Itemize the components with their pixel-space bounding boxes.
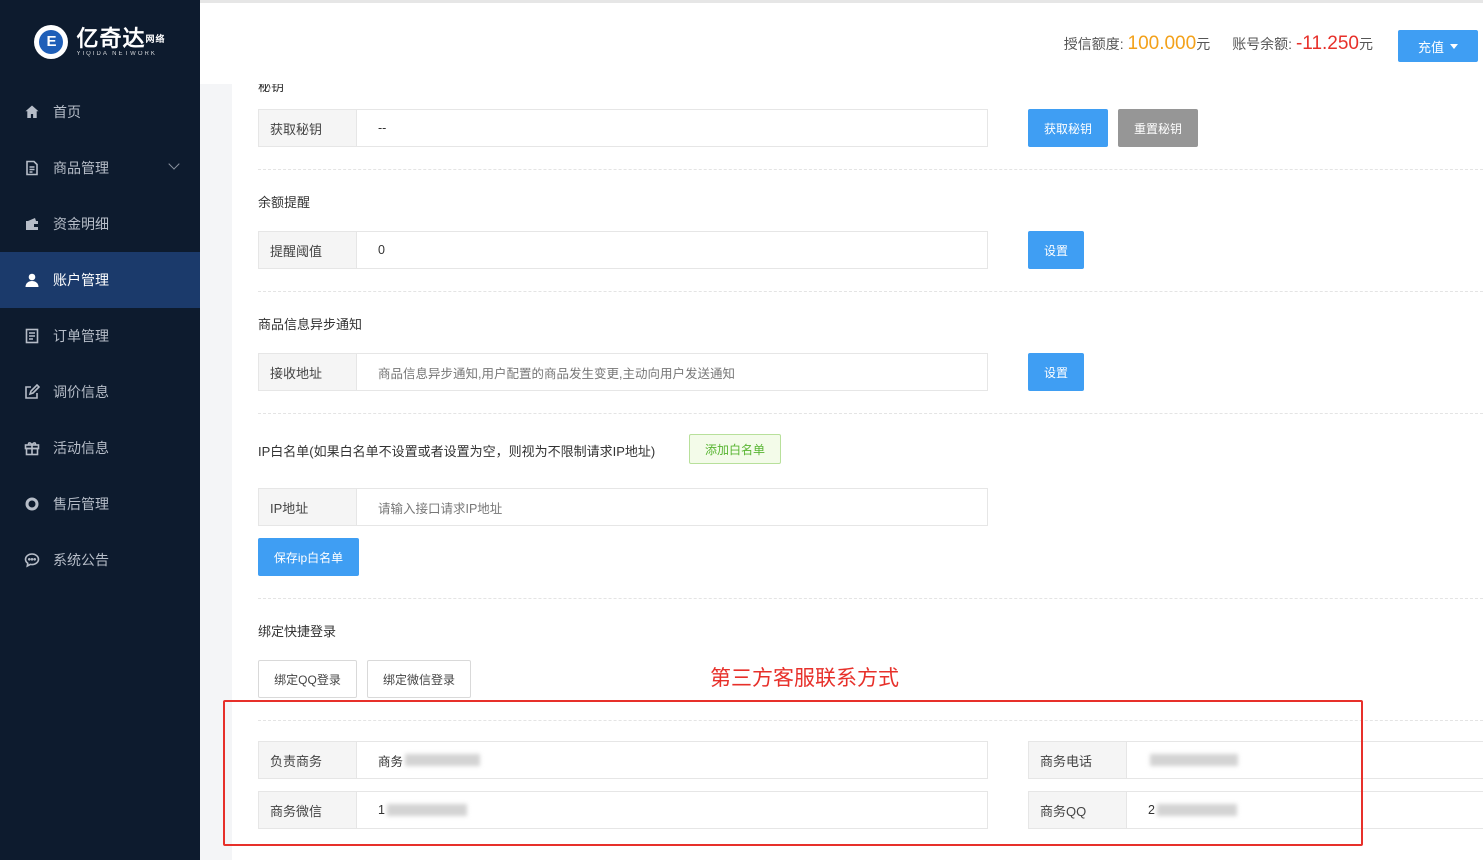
balance-unit: 元 — [1359, 36, 1373, 52]
sidebar-item-label: 活动信息 — [53, 440, 109, 456]
credit-value: 100.000 — [1127, 33, 1197, 54]
sidebar-item-label: 首页 — [53, 104, 81, 120]
notify-url-label: 接收地址 — [259, 354, 357, 390]
divider — [258, 720, 1483, 721]
divider — [258, 598, 1483, 599]
alert-threshold-label: 提醒阈值 — [259, 232, 357, 268]
top-header: 授信额度: 100.000元 账号余额: -11.250元 充值 — [200, 0, 1483, 84]
alert-threshold-input[interactable]: 0 — [357, 232, 987, 268]
edit-icon — [24, 384, 40, 400]
sidebar-item-funds[interactable]: 资金明细 — [0, 196, 200, 252]
set-notify-url-button[interactable]: 设置 — [1028, 353, 1084, 391]
quick-login-title: 绑定快捷登录 — [258, 624, 337, 639]
sidebar-item-label: 调价信息 — [53, 384, 109, 400]
logo-icon — [34, 25, 69, 59]
ip-address-field: IP地址 请输入接口请求IP地址 — [258, 488, 988, 526]
account-summary: 授信额度: 100.000元 账号余额: -11.250元 — [1064, 33, 1373, 55]
sidebar-item-price-adjust[interactable]: 调价信息 — [0, 364, 200, 420]
recharge-button[interactable]: 充值 — [1398, 30, 1478, 62]
notify-url-input[interactable]: 商品信息异步通知,用户配置的商品发生变更,主动向用户发送通知 — [357, 354, 987, 390]
divider — [258, 413, 1483, 414]
lifebuoy-icon — [24, 496, 40, 512]
business-wechat-value: 1 — [378, 803, 385, 817]
reset-secret-button[interactable]: 重置秘钥 — [1118, 109, 1198, 147]
redacted-text — [405, 754, 481, 766]
balance-value: -11.250 — [1295, 33, 1359, 54]
sidebar: 亿奇达网络 YIQIDA NETWORK 首页 商品管理 资金明细 账户管理 订… — [0, 0, 200, 860]
secret-key-field: 获取秘钥 -- — [258, 109, 988, 147]
annotation-label: 第三方客服联系方式 — [710, 667, 899, 690]
logo-tag: 网络 — [145, 34, 166, 44]
sidebar-item-label: 资金明细 — [53, 216, 109, 232]
add-whitelist-button[interactable]: 添加白名单 — [689, 434, 781, 464]
gift-icon — [24, 440, 40, 456]
sidebar-item-label: 订单管理 — [53, 328, 109, 344]
ip-whitelist-title: IP白名单(如果白名单不设置或者设置为空，则视为不限制请求IP地址) — [258, 444, 656, 459]
bind-qq-button[interactable]: 绑定QQ登录 — [258, 660, 357, 698]
business-manager-value: 商务 — [378, 754, 404, 769]
ip-address-input[interactable]: 请输入接口请求IP地址 — [357, 489, 987, 525]
sidebar-item-activities[interactable]: 活动信息 — [0, 420, 200, 476]
divider — [258, 169, 1483, 170]
sidebar-item-account[interactable]: 账户管理 — [0, 252, 200, 308]
redacted-text — [1150, 754, 1238, 766]
balance-label: 账号余额: — [1232, 36, 1293, 52]
business-wechat-label: 商务微信 — [259, 792, 357, 828]
async-notify-title: 商品信息异步通知 — [258, 317, 363, 332]
user-icon — [24, 272, 40, 288]
redacted-text — [1156, 804, 1237, 816]
sidebar-item-orders[interactable]: 订单管理 — [0, 308, 200, 364]
document-icon — [24, 160, 40, 176]
notify-url-field: 接收地址 商品信息异步通知,用户配置的商品发生变更,主动向用户发送通知 — [258, 353, 988, 391]
chevron-down-icon[interactable] — [168, 158, 180, 170]
balance-alert-title: 余额提醒 — [258, 195, 311, 210]
business-wechat-field: 商务微信 1 — [258, 791, 988, 829]
business-qq-value: 2 — [1148, 803, 1155, 817]
wallet-icon — [24, 216, 40, 232]
account-settings-panel: 秘钥 获取秘钥 -- 获取秘钥 重置秘钥 余额提醒 提醒阈值 0 设置 商品信息… — [232, 84, 1483, 860]
redacted-text — [386, 804, 467, 816]
save-whitelist-button[interactable]: 保存ip白名单 — [258, 538, 359, 576]
sidebar-item-label: 账户管理 — [53, 272, 109, 288]
credit-unit: 元 — [1196, 36, 1211, 52]
business-manager-field: 负责商务 商务 — [258, 741, 988, 779]
business-qq-label: 商务QQ — [1029, 792, 1127, 828]
sidebar-item-label: 商品管理 — [53, 160, 109, 176]
credit-label: 授信额度: — [1063, 36, 1124, 52]
sidebar-item-after-sales[interactable]: 售后管理 — [0, 476, 200, 532]
secret-key-label: 获取秘钥 — [259, 110, 357, 146]
sidebar-item-home[interactable]: 首页 — [0, 84, 200, 140]
caret-down-icon — [1450, 43, 1458, 49]
secret-section-title: 秘钥 — [258, 84, 285, 94]
alert-threshold-field: 提醒阈值 0 — [258, 231, 988, 269]
sidebar-item-announcements[interactable]: 系统公告 — [0, 532, 200, 588]
logo[interactable]: 亿奇达网络 YIQIDA NETWORK — [0, 0, 200, 84]
logo-subtitle: YIQIDA NETWORK — [76, 51, 157, 57]
list-icon — [24, 328, 40, 344]
sidebar-item-label: 系统公告 — [53, 552, 109, 568]
divider — [258, 291, 1483, 292]
sidebar-item-label: 售后管理 — [53, 496, 109, 512]
business-phone-field: 商务电话 — [1028, 741, 1483, 779]
chat-icon — [24, 552, 40, 568]
logo-name: 亿奇达 — [76, 26, 146, 51]
bind-wechat-button[interactable]: 绑定微信登录 — [367, 660, 471, 698]
business-manager-label: 负责商务 — [259, 742, 357, 778]
sidebar-item-products[interactable]: 商品管理 — [0, 140, 200, 196]
recharge-button-label: 充值 — [1417, 39, 1444, 55]
ip-address-label: IP地址 — [259, 489, 357, 525]
business-phone-label: 商务电话 — [1029, 742, 1127, 778]
business-qq-field: 商务QQ 2 — [1028, 791, 1483, 829]
set-threshold-button[interactable]: 设置 — [1028, 231, 1084, 269]
secret-key-value[interactable]: -- — [357, 110, 987, 146]
home-icon — [24, 104, 40, 120]
get-secret-button[interactable]: 获取秘钥 — [1028, 109, 1108, 147]
